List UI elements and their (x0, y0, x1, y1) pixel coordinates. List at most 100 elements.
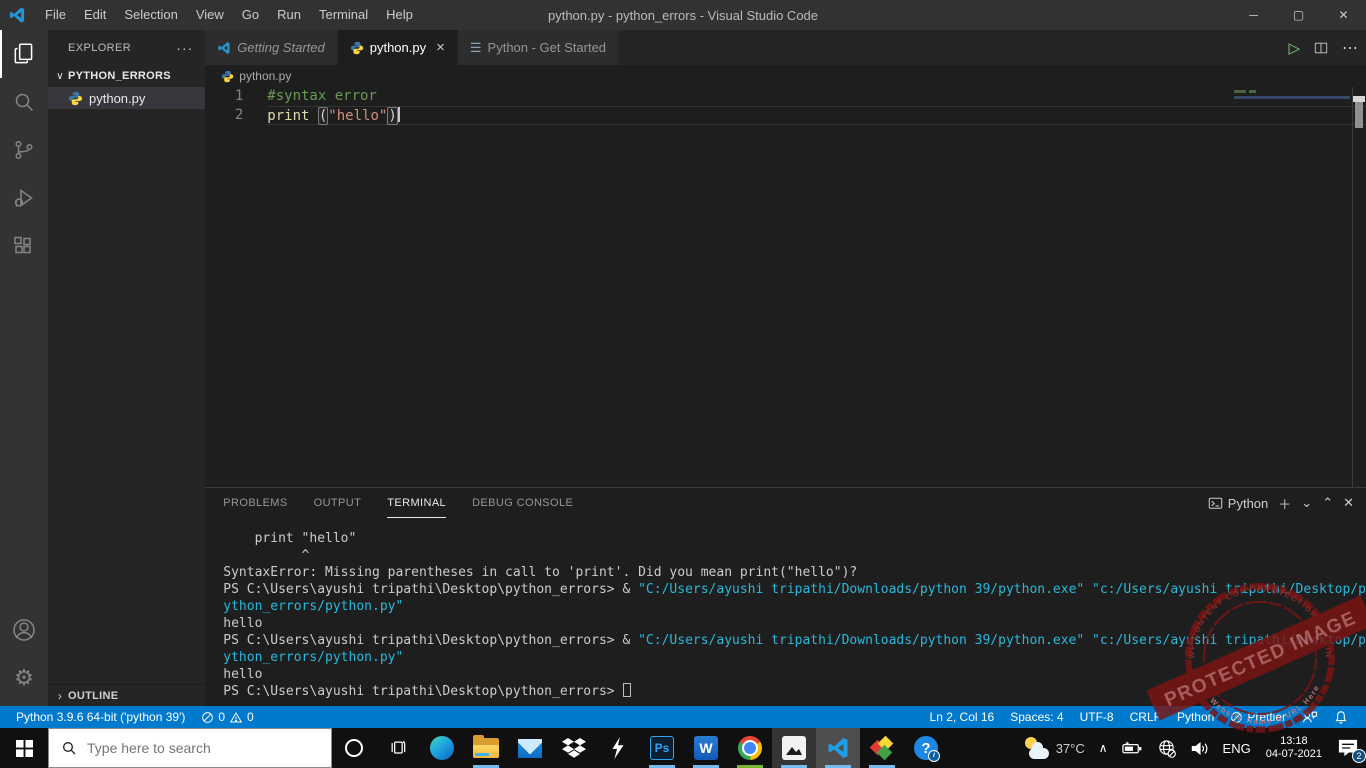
volume-icon[interactable] (1183, 728, 1216, 768)
source-control-icon[interactable] (0, 126, 48, 174)
vscode-logo-icon (218, 41, 230, 54)
tab-python-py[interactable]: python.py × (337, 30, 458, 65)
folder-python-errors[interactable]: ∨ PYTHON_ERRORS (48, 65, 205, 87)
python-interpreter-status[interactable]: Python 3.9.6 64-bit ('python 39') (8, 710, 193, 724)
terminal-output[interactable]: print "hello" ^ SyntaxError: Missing par… (205, 518, 1366, 706)
colorful-diamond-app-button[interactable] (860, 728, 904, 768)
search-icon (63, 742, 76, 755)
edge-button[interactable] (420, 728, 464, 768)
file-item-python-py[interactable]: python.py (48, 87, 206, 109)
file-explorer-button[interactable] (464, 728, 508, 768)
new-terminal-icon[interactable]: ＋ (1278, 494, 1291, 513)
accounts-icon[interactable] (0, 606, 48, 654)
action-center-button[interactable]: 2 (1330, 728, 1366, 768)
terminal-dropdown-icon[interactable]: ⌄ (1301, 495, 1312, 511)
search-icon[interactable] (0, 78, 48, 126)
welcome-list-icon: ☰ (469, 39, 482, 55)
errors-icon (202, 711, 214, 723)
run-python-file-icon[interactable]: ▷ (1288, 39, 1300, 57)
tab-getting-started[interactable]: Getting Started (205, 30, 338, 65)
python-file-icon (68, 91, 83, 105)
weather-widget[interactable]: 37°C (1016, 728, 1092, 768)
word-icon: W (694, 736, 718, 760)
tab-problems[interactable]: PROBLEMS (223, 488, 287, 518)
menu-view[interactable]: View (187, 0, 233, 30)
screenrec-button[interactable] (596, 728, 640, 768)
minimap[interactable] (1234, 90, 1350, 99)
notifications-bell-icon[interactable] (1326, 710, 1356, 725)
extensions-icon[interactable] (0, 222, 48, 270)
task-view-button[interactable] (376, 728, 420, 768)
menu-go[interactable]: Go (233, 0, 268, 30)
string-token: "hello" (328, 108, 388, 124)
outline-section[interactable]: › OUTLINE (48, 684, 206, 706)
menu-run[interactable]: Run (268, 0, 310, 30)
tab-close-icon[interactable]: × (436, 39, 445, 56)
eol-status[interactable]: CRLF (1122, 710, 1169, 724)
feedback-icon[interactable] (1294, 710, 1326, 724)
date-label: 04-07-2021 (1265, 748, 1322, 760)
sidebar-more-icon[interactable]: ··· (176, 40, 193, 56)
menu-edit[interactable]: Edit (75, 0, 115, 30)
word-button[interactable]: W (684, 728, 728, 768)
menu-help[interactable]: Help (377, 0, 422, 30)
maximize-panel-icon[interactable]: ⌃ (1322, 495, 1333, 511)
cortana-button[interactable] (332, 728, 376, 768)
mail-button[interactable] (508, 728, 552, 768)
editor-scrollbar[interactable] (1352, 87, 1366, 487)
code-editor[interactable]: 1 #syntax error 2 print ("hello") (205, 87, 1366, 487)
shell-label: Python (1227, 495, 1269, 511)
settings-gear-icon[interactable]: ⚙ (0, 654, 48, 702)
start-button[interactable] (0, 728, 48, 768)
encoding-status[interactable]: UTF-8 (1072, 710, 1122, 724)
editor-more-actions-icon[interactable]: ⋯ (1342, 38, 1358, 58)
terminal-cursor (623, 683, 632, 697)
language-mode-status[interactable]: Python (1169, 710, 1222, 724)
menu-terminal[interactable]: Terminal (310, 0, 377, 30)
open-paren-token: ( (317, 107, 329, 125)
vscode-logo-icon (9, 7, 25, 23)
folder-label: PYTHON_ERRORS (68, 70, 171, 82)
explorer-icon[interactable] (0, 30, 48, 78)
indentation-status[interactable]: Spaces: 4 (1002, 710, 1071, 724)
tab-label: python.py (369, 40, 427, 55)
vscode-taskbar-button[interactable] (816, 728, 860, 768)
network-globe-icon[interactable] (1150, 728, 1183, 768)
problems-status[interactable]: 0 0 (193, 710, 261, 724)
bottom-panel: PROBLEMS OUTPUT TERMINAL DEBUG CONSOLE P… (205, 487, 1366, 706)
line-number: 2 (234, 107, 244, 123)
language-indicator[interactable]: ENG (1216, 728, 1258, 768)
tab-terminal[interactable]: TERMINAL (387, 488, 447, 518)
maximize-button[interactable]: ▢ (1276, 0, 1321, 30)
dropbox-icon (562, 738, 586, 758)
run-debug-icon[interactable] (0, 174, 48, 222)
chevron-down-icon: ∨ (56, 70, 64, 82)
chrome-button[interactable] (728, 728, 772, 768)
tab-debug-console[interactable]: DEBUG CONSOLE (472, 488, 573, 518)
cursor-position-status[interactable]: Ln 2, Col 16 (922, 710, 1003, 724)
prettier-icon (1231, 711, 1243, 723)
battery-tray-icon[interactable] (1115, 728, 1150, 768)
hidden-icons-chevron[interactable]: ∧ (1092, 728, 1115, 768)
windows-taskbar: Ps W ? 37°C ∧ (0, 728, 1366, 768)
tab-output[interactable]: OUTPUT (314, 488, 362, 518)
window-title: python.py - python_errors - Visual Studi… (547, 7, 819, 23)
split-editor-icon[interactable] (1314, 41, 1328, 55)
breadcrumb[interactable]: python.py (205, 65, 1366, 87)
dropbox-button[interactable] (552, 728, 596, 768)
tab-python-get-started[interactable]: ☰ Python - Get Started (457, 30, 620, 65)
photoshop-button[interactable]: Ps (640, 728, 684, 768)
photos-button[interactable] (772, 728, 816, 768)
clock[interactable]: 13:18 04-07-2021 (1258, 728, 1330, 768)
close-panel-icon[interactable]: ✕ (1343, 495, 1354, 511)
minimize-button[interactable]: ─ (1231, 0, 1276, 30)
taskbar-search-box[interactable] (48, 728, 332, 768)
menu-file[interactable]: File (36, 0, 75, 30)
mail-icon (518, 738, 542, 758)
search-input[interactable] (87, 740, 307, 756)
help-button[interactable]: ? (904, 728, 948, 768)
close-button[interactable]: ✕ (1321, 0, 1366, 30)
terminal-shell-selector[interactable]: Python (1208, 496, 1268, 511)
prettier-status[interactable]: Prettier (1222, 710, 1294, 724)
menu-selection[interactable]: Selection (115, 0, 186, 30)
